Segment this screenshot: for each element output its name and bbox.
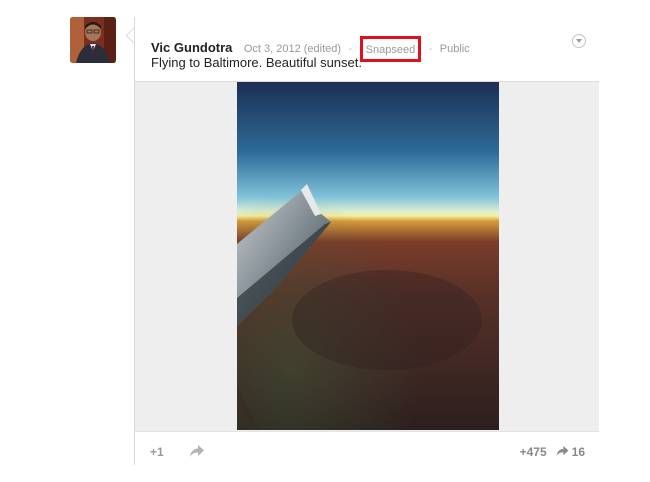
author-avatar[interactable] bbox=[70, 17, 116, 63]
app-link[interactable]: Snapseed bbox=[366, 44, 416, 56]
post-date[interactable]: Oct 3, 2012 (edited) bbox=[244, 43, 341, 55]
author-name[interactable]: Vic Gundotra bbox=[151, 40, 232, 55]
share-count[interactable]: 16 bbox=[572, 445, 585, 459]
post-card: Vic Gundotra Oct 3, 2012 (edited) - Snap… bbox=[134, 17, 599, 465]
plus-count[interactable]: +475 bbox=[520, 445, 547, 459]
share-count-arrow-icon bbox=[556, 445, 569, 457]
share-arrow-icon[interactable] bbox=[189, 444, 205, 458]
post-text: Flying to Baltimore. Beautiful sunset. bbox=[151, 55, 362, 70]
meta-separator: - bbox=[348, 43, 353, 55]
post-media bbox=[135, 81, 599, 432]
post-footer: +1 +475 16 bbox=[135, 431, 599, 466]
avatar-image bbox=[70, 17, 116, 63]
snapseed-highlight-box: Snapseed bbox=[359, 36, 422, 62]
meta-separator-2: - bbox=[428, 43, 433, 55]
visibility-label[interactable]: Public bbox=[440, 43, 470, 55]
engagement-counts: +475 16 bbox=[520, 445, 585, 459]
plus-one-button[interactable]: +1 bbox=[150, 445, 164, 459]
sunset-wing-photo[interactable] bbox=[237, 82, 499, 430]
post-header: Vic Gundotra Oct 3, 2012 (edited) - Snap… bbox=[151, 35, 470, 62]
chevron-down-circle-icon[interactable] bbox=[572, 34, 586, 48]
